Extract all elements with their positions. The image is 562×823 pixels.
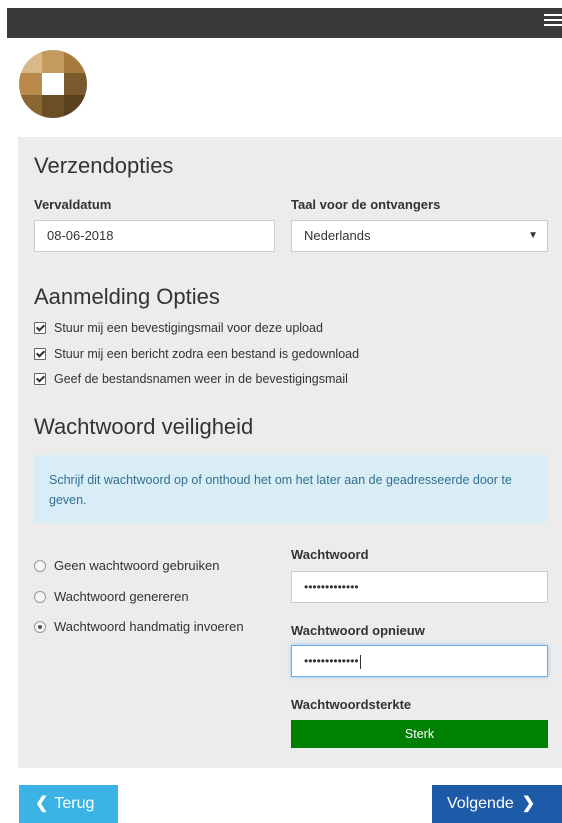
expiry-date-input[interactable]: 08-06-2018 [34, 220, 275, 252]
password-repeat-value: ••••••••••••• [304, 654, 359, 668]
password-label: Wachtwoord [291, 547, 369, 562]
checkbox-checked-icon[interactable] [34, 348, 46, 360]
expiry-label: Vervaldatum [34, 197, 112, 212]
chevron-left-icon: ❮ [35, 795, 49, 812]
section-title-aanmelding: Aanmelding Opties [34, 284, 220, 309]
radio-manual-password[interactable]: Wachtwoord handmatig invoeren [34, 619, 244, 634]
password-input[interactable]: ••••••••••••• [291, 571, 548, 603]
text-cursor [359, 654, 361, 669]
options-panel: Verzendopties Vervaldatum 08-06-2018 Taa… [18, 137, 562, 768]
back-button[interactable]: ❮ Terug [19, 785, 118, 823]
chevron-down-icon: ▼ [528, 230, 538, 241]
logo-icon [19, 50, 87, 118]
checkbox-label: Geef de bestandsnamen weer in de bevesti… [54, 372, 348, 386]
checkbox-label: Stuur mij een bevestigingsmail voor deze… [54, 321, 323, 335]
radio-selected-icon[interactable] [34, 620, 46, 633]
radio-generate-password[interactable]: Wachtwoord genereren [34, 589, 189, 604]
radio-label: Geen wachtwoord gebruiken [54, 558, 220, 573]
next-button[interactable]: Volgende ❯ [432, 785, 562, 823]
section-title-verzendopties: Verzendopties [34, 153, 174, 178]
checkbox-label: Stuur mij een bericht zodra een bestand … [54, 347, 360, 361]
checkbox-checked-icon[interactable] [34, 322, 46, 334]
radio-unselected-icon[interactable] [34, 559, 46, 572]
password-strength-bar: Sterk [291, 720, 548, 748]
back-button-label: Terug [54, 795, 95, 812]
checkbox-download-notify[interactable]: Stuur mij een bericht zodra een bestand … [34, 347, 359, 361]
section-title-wachtwoord: Wachtwoord veiligheid [34, 414, 254, 439]
chevron-right-icon: ❯ [521, 795, 536, 812]
top-bar [7, 8, 562, 38]
password-info-alert: Schrijf dit wachtwoord op of onthoud het… [34, 455, 548, 523]
radio-label: Wachtwoord handmatig invoeren [54, 619, 244, 634]
language-label: Taal voor de ontvangers [291, 197, 441, 212]
radio-no-password[interactable]: Geen wachtwoord gebruiken [34, 558, 220, 573]
password-repeat-label: Wachtwoord opnieuw [291, 623, 425, 638]
next-button-label: Volgende [447, 795, 514, 812]
checkbox-checked-icon[interactable] [34, 373, 46, 385]
hamburger-menu-icon[interactable] [544, 14, 562, 26]
radio-unselected-icon[interactable] [34, 590, 46, 603]
password-repeat-input[interactable]: ••••••••••••• [291, 645, 548, 677]
language-select[interactable]: Nederlands ▼ [291, 220, 548, 252]
password-strength-label: Wachtwoordsterkte [291, 697, 412, 712]
checkbox-confirm-upload[interactable]: Stuur mij een bevestigingsmail voor deze… [34, 321, 323, 335]
password-value: ••••••••••••• [304, 580, 359, 594]
checkbox-show-filenames[interactable]: Geef de bestandsnamen weer in de bevesti… [34, 372, 348, 386]
expiry-date-value: 08-06-2018 [47, 228, 114, 243]
language-value: Nederlands [304, 228, 371, 243]
radio-label: Wachtwoord genereren [54, 589, 189, 604]
